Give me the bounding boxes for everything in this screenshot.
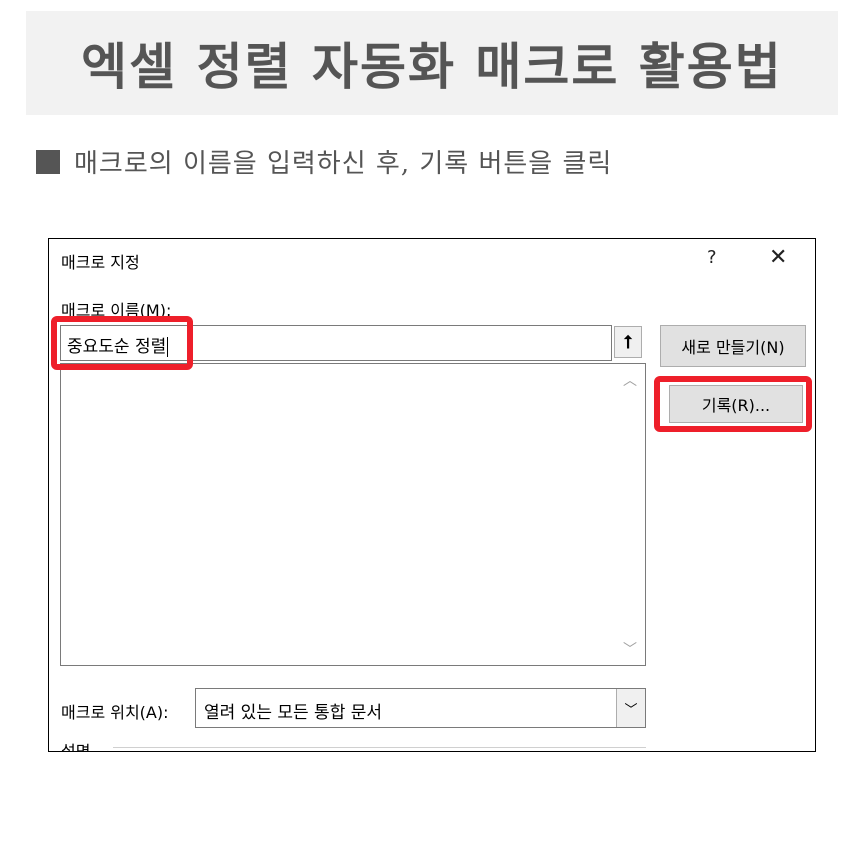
instruction-text: 매크로의 이름을 입력하신 후, 기록 버튼을 클릭 (74, 149, 613, 179)
help-icon[interactable]: ? (707, 247, 717, 268)
scroll-down-icon[interactable]: ﹀ (623, 639, 637, 659)
collapse-dialog-button[interactable]: ⭡ (614, 326, 642, 358)
scroll-up-icon[interactable]: ︿ (623, 370, 637, 390)
page-title: 엑셀 정렬 자동화 매크로 활용법 (81, 38, 783, 96)
name-field-highlight (51, 316, 193, 370)
description-label: 설명 (61, 742, 91, 752)
bullet-square-icon (36, 149, 60, 174)
upload-arrow-icon: ⭡ (623, 331, 633, 353)
close-icon[interactable]: ✕ (769, 245, 787, 270)
record-button-highlight (654, 376, 812, 432)
macro-location-select[interactable]: 열려 있는 모든 통합 문서 ﹀ (195, 688, 646, 728)
macro-location-label: 매크로 위치(A): (61, 703, 169, 722)
dialog-title: 매크로 지정 (61, 253, 140, 272)
description-divider (113, 747, 646, 748)
title-banner: 엑셀 정렬 자동화 매크로 활용법 (26, 11, 838, 115)
new-macro-button[interactable]: 새로 만들기(N) (660, 325, 806, 367)
chevron-down-icon[interactable]: ﹀ (616, 689, 645, 727)
macro-location-value: 열려 있는 모든 통합 문서 (204, 703, 383, 723)
instruction-subtitle: 매크로의 이름을 입력하신 후, 기록 버튼을 클릭 (36, 143, 612, 180)
macro-list[interactable]: ︿ ﹀ (60, 363, 646, 666)
